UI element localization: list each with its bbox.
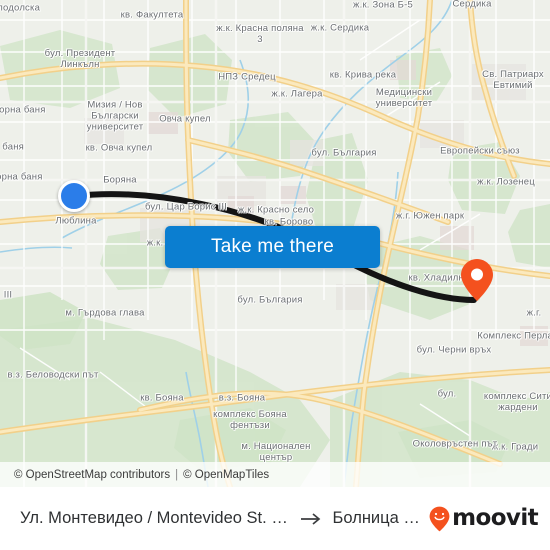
map-canvas[interactable]: дподолскакв. Факултетаж.к. Зона Б-5Серди… — [0, 0, 550, 487]
moovit-wordmark: moovit — [452, 505, 538, 531]
moovit-map-screen: дподолскакв. Факултетаж.к. Зона Б-5Серди… — [0, 0, 550, 550]
moovit-pin-icon — [429, 506, 450, 532]
origin-dot[interactable] — [58, 180, 90, 212]
attribution-osm[interactable]: © OpenStreetMap contributors — [14, 469, 170, 481]
attribution-openmaptiles[interactable]: © OpenMapTiles — [183, 469, 269, 481]
arrow-right-icon — [300, 512, 322, 526]
destination-pin[interactable] — [460, 258, 494, 302]
attribution-separator: | — [175, 468, 179, 481]
route-origin-label[interactable]: Ул. Монтевидео / Montevideo St. (… — [20, 509, 289, 528]
map-attribution: © OpenStreetMap contributors | © OpenMap… — [0, 462, 550, 487]
route-footer: Ул. Монтевидео / Montevideo St. (… Болни… — [0, 487, 550, 550]
moovit-logo[interactable]: moovit — [429, 505, 539, 532]
route-destination-label[interactable]: Болница В… — [333, 509, 430, 528]
take-me-there-button[interactable]: Take me there — [165, 226, 380, 268]
